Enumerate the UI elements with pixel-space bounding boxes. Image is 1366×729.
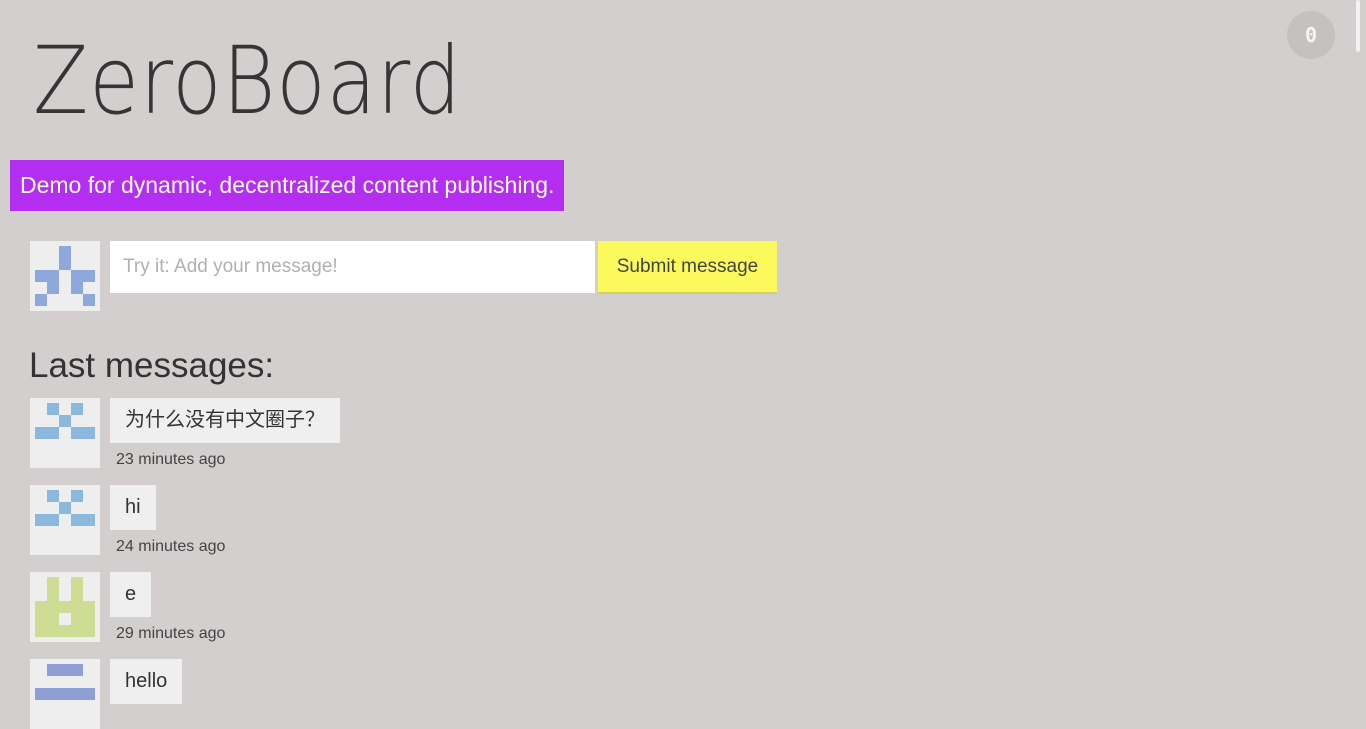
page-title: ZeroBoard <box>33 27 462 136</box>
message-input[interactable] <box>110 241 595 293</box>
tagline: Demo for dynamic, decentralized content … <box>10 160 564 211</box>
message-avatar <box>30 398 100 468</box>
scrollbar-thumb[interactable] <box>1356 0 1360 52</box>
peer-count-badge: 0 <box>1287 11 1335 59</box>
scrollbar[interactable] <box>1352 0 1366 705</box>
message-text: hi <box>110 485 156 530</box>
message-avatar <box>30 572 100 642</box>
submit-message-button[interactable]: Submit message <box>598 241 777 294</box>
user-avatar <box>30 241 100 311</box>
message-avatar <box>30 485 100 555</box>
message-text: hello <box>110 659 183 704</box>
message-text: 为什么没有中文圈子？ <box>110 398 340 443</box>
message-timestamp: 23 minutes ago <box>116 451 226 468</box>
message-timestamp: 29 minutes ago <box>116 625 226 642</box>
last-messages-heading: Last messages: <box>29 346 275 385</box>
message-timestamp: 24 minutes ago <box>116 538 226 555</box>
message-avatar <box>30 659 100 729</box>
message-text: e <box>110 572 152 617</box>
